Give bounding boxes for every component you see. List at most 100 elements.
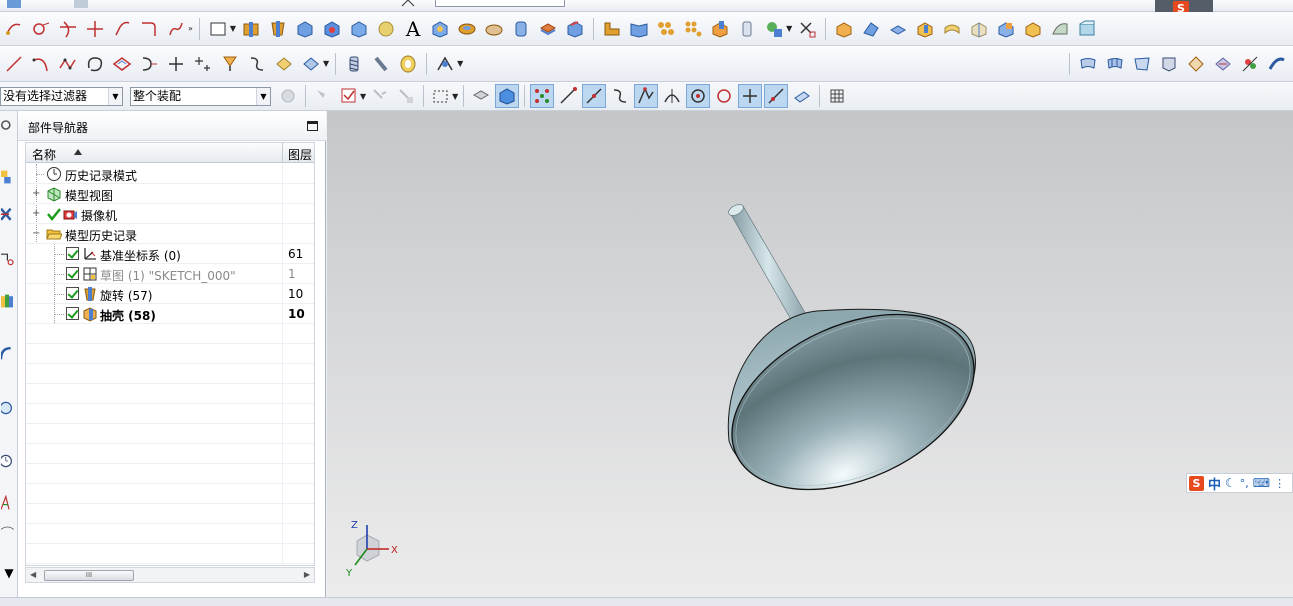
tree-row-cameras[interactable]: + 摄像机 bbox=[26, 204, 314, 224]
sphere-icon[interactable] bbox=[374, 17, 398, 41]
revolve-icon[interactable] bbox=[266, 17, 290, 41]
pocket-icon[interactable] bbox=[482, 17, 506, 41]
toolbar-icon[interactable] bbox=[396, 0, 420, 11]
styled-sweep-icon[interactable] bbox=[1265, 52, 1289, 76]
section-curve-icon[interactable] bbox=[272, 52, 296, 76]
helix-icon[interactable] bbox=[342, 52, 366, 76]
roles-icon[interactable] bbox=[0, 519, 18, 543]
select-feature-icon[interactable] bbox=[311, 84, 335, 108]
sketch-icon[interactable] bbox=[2, 17, 26, 41]
pull-face-icon[interactable] bbox=[886, 17, 910, 41]
top-combo[interactable] bbox=[435, 0, 565, 7]
select-body-icon[interactable] bbox=[394, 84, 418, 108]
gear-icon[interactable] bbox=[396, 52, 420, 76]
clock-icon[interactable] bbox=[0, 449, 18, 473]
project-curve-icon[interactable] bbox=[137, 52, 161, 76]
rectangle-select-icon[interactable] bbox=[429, 84, 453, 108]
text-icon[interactable]: A bbox=[401, 17, 425, 41]
pattern-icon[interactable] bbox=[654, 17, 678, 41]
facet-icon[interactable] bbox=[469, 84, 493, 108]
maximize-icon[interactable] bbox=[307, 121, 318, 131]
dropdown-arrow-icon[interactable]: ▼ bbox=[457, 59, 463, 68]
offset-face-icon[interactable] bbox=[563, 17, 587, 41]
wcs-triad[interactable]: Z X Y bbox=[345, 520, 398, 579]
ime-mode-indicator[interactable]: 中 bbox=[1208, 474, 1221, 493]
studio-surface-icon[interactable] bbox=[1211, 52, 1235, 76]
snap-mid-icon[interactable] bbox=[582, 84, 607, 108]
snap-quadrant-icon[interactable] bbox=[712, 84, 736, 108]
extrude-icon[interactable] bbox=[239, 17, 263, 41]
emboss-icon[interactable] bbox=[536, 17, 560, 41]
grid-icon[interactable] bbox=[825, 84, 849, 108]
spring-icon[interactable] bbox=[369, 52, 393, 76]
tree-row-model-views[interactable]: + 模型视图 bbox=[26, 184, 314, 204]
chamfer-icon[interactable] bbox=[164, 17, 188, 41]
extract-curve-icon[interactable] bbox=[299, 52, 323, 76]
tree-row-shell[interactable]: 抽壳 (58) 10 bbox=[26, 304, 314, 324]
block-icon[interactable] bbox=[293, 17, 317, 41]
assembly-navigator-icon[interactable] bbox=[0, 165, 18, 189]
snap-tangent-icon[interactable] bbox=[660, 84, 684, 108]
scroll-left-icon[interactable]: ◀ bbox=[30, 570, 36, 579]
tree-row-history-mode[interactable]: 历史记录模式 bbox=[26, 164, 314, 184]
menu-icon[interactable]: ⋮ bbox=[1274, 477, 1285, 490]
snap-existing-point-icon[interactable] bbox=[738, 84, 763, 108]
snap-grid-icon[interactable] bbox=[530, 84, 555, 108]
close-x-icon[interactable] bbox=[795, 17, 819, 41]
combine-icon[interactable] bbox=[708, 17, 732, 41]
snap-on-curve-icon[interactable] bbox=[764, 84, 789, 108]
assembly-scope-select[interactable]: 整个装配 ▼ bbox=[130, 87, 271, 106]
snap-end-icon[interactable] bbox=[556, 84, 580, 108]
solid-body-icon[interactable] bbox=[495, 84, 520, 108]
chevron-down-icon[interactable]: ▼ bbox=[256, 88, 270, 105]
paste-face-icon[interactable] bbox=[1075, 17, 1099, 41]
snap-intersection-icon[interactable] bbox=[634, 84, 659, 108]
snap-control-icon[interactable] bbox=[608, 84, 632, 108]
tree-row-sketch[interactable]: 草图 (1) "SKETCH_000" 1 bbox=[26, 264, 314, 284]
rectangle-icon[interactable] bbox=[206, 17, 230, 41]
edge-blend-icon[interactable] bbox=[600, 17, 624, 41]
cylinder-icon[interactable] bbox=[320, 17, 344, 41]
more-chevron-icon[interactable]: » bbox=[188, 24, 193, 33]
horizontal-scrollbar[interactable]: ◀ III ▶ bbox=[25, 567, 315, 583]
visibility-checkbox[interactable] bbox=[66, 287, 79, 300]
replace-face-icon[interactable] bbox=[940, 17, 964, 41]
dropdown-arrow-icon[interactable]: ▼ bbox=[323, 59, 329, 68]
gear-disabled-icon[interactable] bbox=[276, 84, 300, 108]
web-browser-icon[interactable] bbox=[0, 341, 18, 365]
offset-curve-icon[interactable] bbox=[110, 52, 134, 76]
system-materials-icon[interactable] bbox=[0, 491, 18, 515]
hole-icon[interactable] bbox=[428, 17, 452, 41]
dropdown-arrow-icon[interactable]: ▼ bbox=[786, 24, 792, 33]
visibility-checkbox[interactable] bbox=[66, 307, 79, 320]
reuse-library-icon[interactable] bbox=[0, 289, 18, 313]
copy-face-icon[interactable] bbox=[1021, 17, 1045, 41]
ime-status-bar[interactable]: S 中 ☾ °, ⌨ ⋮ bbox=[1186, 473, 1293, 493]
circle-arc-icon[interactable] bbox=[29, 17, 53, 41]
curve-icon[interactable] bbox=[83, 52, 107, 76]
expand-down-icon[interactable]: ▼ bbox=[0, 561, 18, 585]
studio-spline-icon[interactable] bbox=[56, 52, 80, 76]
cone-icon[interactable] bbox=[347, 17, 371, 41]
line-icon[interactable] bbox=[2, 52, 26, 76]
moon-icon[interactable]: ☾ bbox=[1225, 476, 1236, 490]
collapse-minus-icon[interactable]: − bbox=[32, 229, 41, 239]
offset-region-icon[interactable] bbox=[913, 17, 937, 41]
toolbar-icon[interactable] bbox=[2, 0, 26, 11]
graphics-viewport[interactable]: Z X Y bbox=[327, 111, 1293, 597]
datum-plane-icon[interactable] bbox=[762, 17, 786, 41]
cut-face-icon[interactable] bbox=[1048, 17, 1072, 41]
visibility-checkbox[interactable] bbox=[66, 267, 79, 280]
tree-row-model-history[interactable]: − 模型历史记录 bbox=[26, 224, 314, 244]
point-icon[interactable] bbox=[164, 52, 188, 76]
select-face-icon[interactable] bbox=[368, 84, 392, 108]
chevron-down-icon[interactable]: ▼ bbox=[108, 88, 122, 105]
pattern-feature-icon[interactable] bbox=[681, 17, 705, 41]
constraint-navigator-icon[interactable] bbox=[0, 203, 18, 227]
wrap-curve-icon[interactable] bbox=[245, 52, 269, 76]
dropdown-arrow-icon[interactable]: ▼ bbox=[452, 92, 458, 101]
ruled-surface-icon[interactable] bbox=[1130, 52, 1154, 76]
trim-curve-icon[interactable] bbox=[56, 17, 80, 41]
dropdown-arrow-icon[interactable]: ▼ bbox=[360, 92, 366, 101]
column-header-name[interactable]: 名称 bbox=[32, 146, 56, 163]
